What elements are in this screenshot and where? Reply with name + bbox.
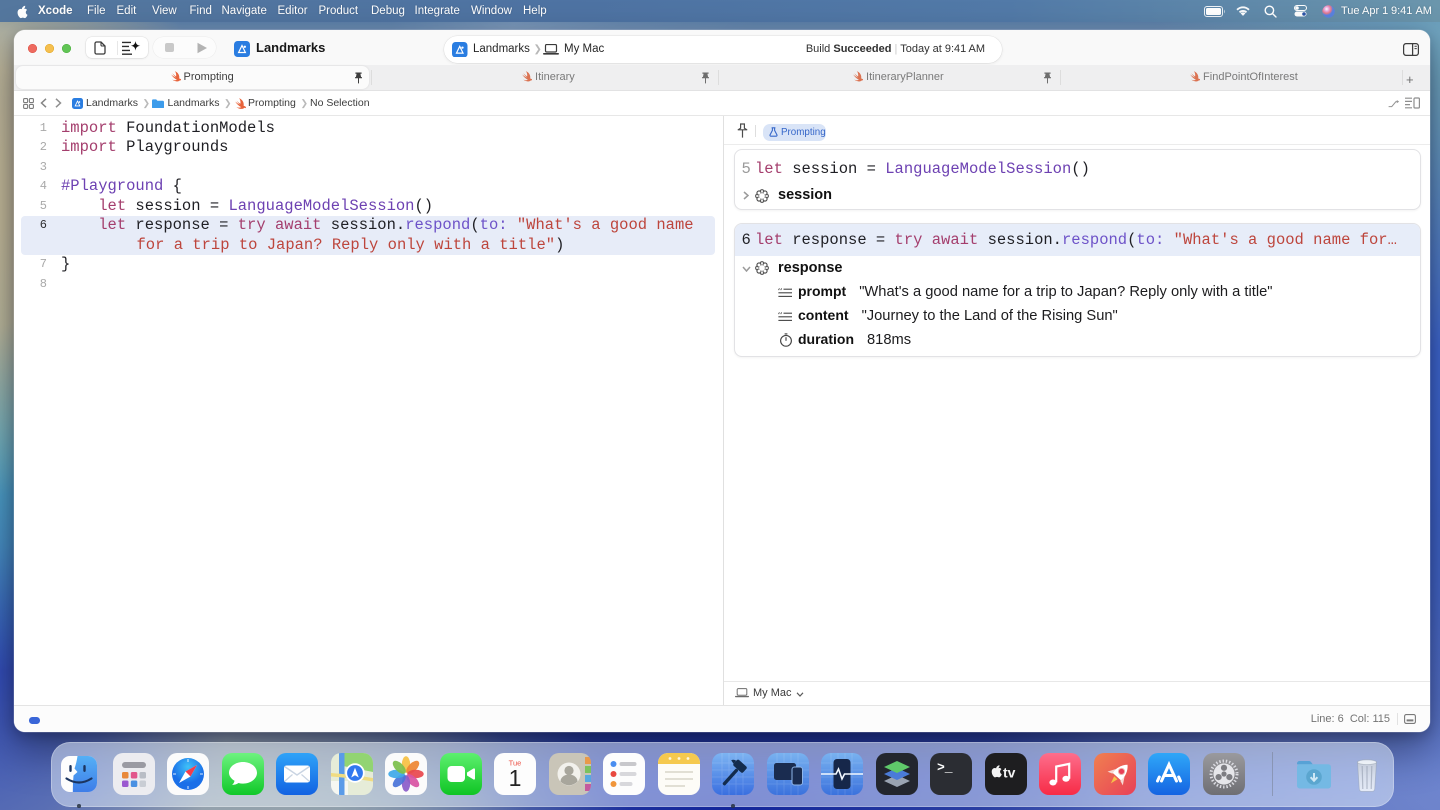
- svg-text:tv: tv: [1003, 765, 1016, 781]
- svg-text:1: 1: [509, 765, 522, 791]
- svg-text:>_: >_: [937, 760, 953, 775]
